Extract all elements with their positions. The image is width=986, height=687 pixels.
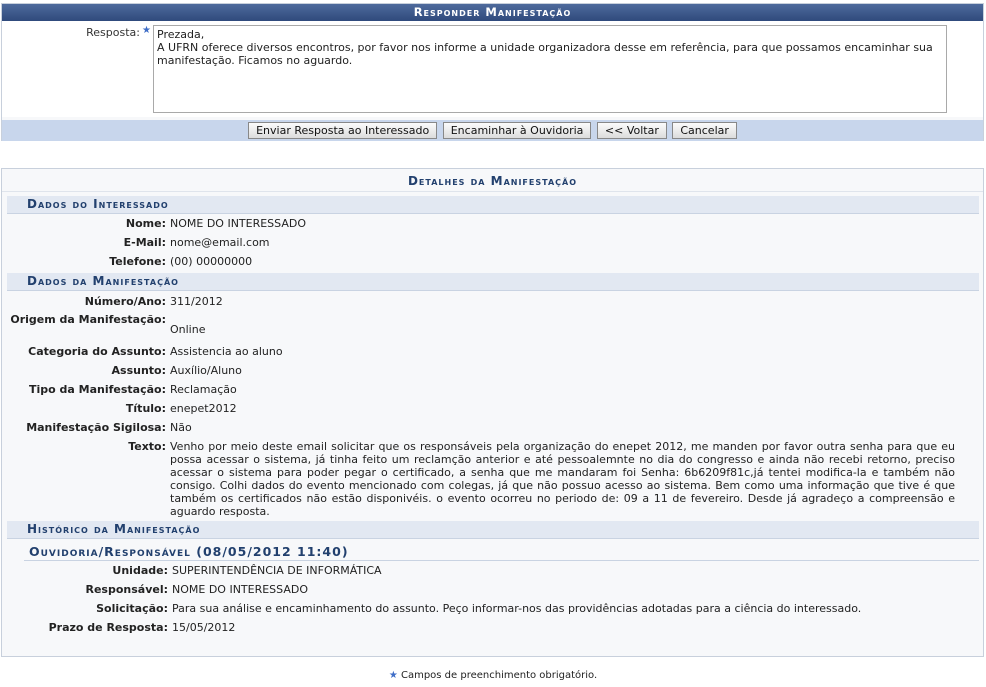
assunto-value: Auxílio/Aluno bbox=[170, 364, 242, 377]
unidade-value: SUPERINTENDÊNCIA DE INFORMÁTICA bbox=[172, 564, 382, 577]
email-value: nome@email.com bbox=[170, 236, 270, 249]
assunto-label: Assunto: bbox=[111, 364, 166, 377]
form-title: Responder Manifestação bbox=[2, 4, 983, 21]
required-fields-text: Campos de preenchimento obrigatório. bbox=[400, 670, 598, 681]
titulo-label: Título: bbox=[125, 402, 166, 415]
manifestacao-table: Número/Ano: 311/2012 Origem da Manifesta… bbox=[7, 295, 955, 518]
texto-value: Venho por meio deste email solicitar que… bbox=[170, 440, 955, 518]
categoria-value: Assistencia ao aluno bbox=[170, 345, 283, 358]
sigilosa-label: Manifestação Sigilosa: bbox=[26, 421, 166, 434]
titulo-value: enepet2012 bbox=[170, 402, 237, 415]
email-label: E-Mail: bbox=[123, 236, 166, 249]
unidade-label: Unidade: bbox=[112, 564, 168, 577]
nome-value: NOME DO INTERESSADO bbox=[170, 217, 307, 230]
origem-label: Origem da Manifestação: bbox=[10, 313, 166, 326]
interessado-table: Nome: NOME DO INTERESSADO E-Mail: nome@e… bbox=[7, 217, 306, 270]
resposta-textarea[interactable] bbox=[153, 25, 947, 113]
telefone-value: (00) 00000000 bbox=[170, 255, 253, 268]
required-fields-note: ★ Campos de preenchimento obrigatório. bbox=[0, 670, 986, 681]
numero-label: Número/Ano: bbox=[84, 295, 166, 308]
tipo-label: Tipo da Manifestação: bbox=[28, 383, 166, 396]
responsavel-label: Responsável: bbox=[85, 583, 168, 596]
origem-value: Online bbox=[170, 323, 206, 336]
section-dados-interessado: Dados do Interessado bbox=[7, 196, 979, 214]
telefone-label: Telefone: bbox=[109, 255, 166, 268]
sigilosa-value: Não bbox=[170, 421, 192, 434]
solicitacao-value: Para sua análise e encaminhamento do ass… bbox=[172, 602, 862, 615]
resposta-label: Resposta: bbox=[86, 26, 140, 39]
encaminhar-ouvidoria-button[interactable]: Encaminhar à Ouvidoria bbox=[442, 122, 592, 139]
categoria-label: Categoria do Assunto: bbox=[28, 345, 166, 358]
historico-entry-title: Ouvidoria/Responsável (08/05/2012 11:40) bbox=[24, 543, 979, 561]
asterisk-icon: ★ bbox=[388, 670, 398, 681]
solicitacao-label: Solicitação: bbox=[96, 602, 168, 615]
required-asterisk-icon: ★ bbox=[142, 25, 151, 36]
voltar-button[interactable]: << Voltar bbox=[596, 122, 667, 139]
details-caption: Detalhes da Manifestação bbox=[2, 169, 983, 192]
enviar-resposta-button[interactable]: Enviar Resposta ao Interessado bbox=[248, 122, 438, 139]
prazo-value: 15/05/2012 bbox=[172, 621, 236, 634]
responsavel-value: NOME DO INTERESSADO bbox=[172, 583, 309, 596]
historico-table: Unidade: SUPERINTENDÊNCIA DE INFORMÁTICA… bbox=[7, 564, 862, 640]
resposta-row: Resposta: ★ bbox=[2, 21, 983, 117]
section-dados-manifestacao: Dados da Manifestação bbox=[7, 273, 979, 291]
nome-label: Nome: bbox=[125, 217, 166, 230]
texto-label: Texto: bbox=[128, 440, 166, 453]
button-bar: Enviar Resposta ao Interessado Encaminha… bbox=[2, 120, 983, 141]
prazo-label: Prazo de Resposta: bbox=[48, 621, 168, 634]
cancelar-button[interactable]: Cancelar bbox=[672, 122, 737, 139]
section-historico: Histórico da Manifestação bbox=[7, 521, 979, 539]
responder-form: Responder Manifestação Resposta: ★ Envia… bbox=[1, 3, 984, 141]
detalhes-manifestacao: Detalhes da Manifestação Dados do Intere… bbox=[1, 168, 984, 657]
numero-value: 311/2012 bbox=[170, 295, 223, 308]
tipo-value: Reclamação bbox=[170, 383, 237, 396]
